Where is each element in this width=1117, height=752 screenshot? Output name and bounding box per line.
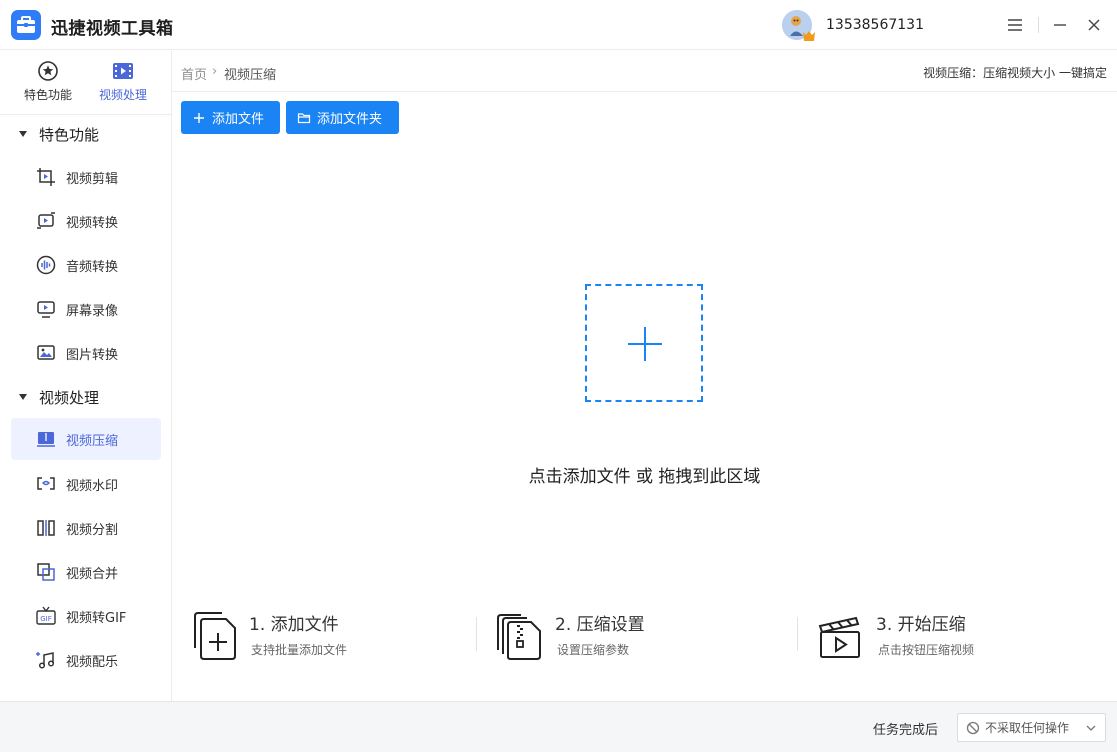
breadcrumb-current: 视频压缩	[224, 68, 277, 83]
drop-zone-text: 点击添加文件 或 拖拽到此区域	[528, 467, 761, 487]
watermark-icon	[36, 474, 56, 494]
sidebar-item-video-edit[interactable]: 视频剪辑	[11, 156, 161, 198]
step-desc: 支持批量添加文件	[251, 643, 348, 657]
after-task-select[interactable]: 不采取任何操作	[957, 713, 1106, 742]
plus-icon	[194, 112, 204, 123]
app-title: 迅捷视频工具箱	[51, 19, 174, 39]
gif-icon: GIF	[36, 606, 56, 626]
sidebar-item-label: 视频合并	[66, 566, 119, 582]
step-desc: 点击按钮压缩视频	[878, 643, 975, 657]
sidebar-item-label: 视频分割	[66, 522, 119, 538]
add-folder-button[interactable]: 添加文件夹	[286, 101, 399, 134]
step-title: 3. 开始压缩	[876, 615, 966, 635]
minimize-icon[interactable]	[1048, 13, 1072, 37]
audio-wave-icon	[36, 255, 56, 275]
add-folder-label: 添加文件夹	[317, 112, 383, 127]
drop-zone[interactable]	[585, 284, 703, 402]
group-featured-label: 特色功能	[39, 125, 100, 144]
sidebar-item-video-compress[interactable]: 视频压缩	[11, 418, 161, 460]
svg-text:GIF: GIF	[40, 615, 52, 623]
tab-video-processing-label: 视频处理	[98, 88, 147, 102]
add-file-icon	[194, 612, 236, 660]
title-bar-divider	[1038, 17, 1039, 33]
step-divider	[797, 617, 798, 651]
sidebar-item-music[interactable]: 视频配乐	[11, 639, 161, 681]
sidebar-item-watermark[interactable]: 视频水印	[11, 463, 161, 505]
tab-featured-label: 特色功能	[23, 88, 72, 102]
step-desc: 设置压缩参数	[557, 643, 630, 657]
user-phone[interactable]: 13538567131	[826, 17, 924, 33]
sidebar-item-split[interactable]: 视频分割	[11, 507, 161, 549]
caret-down-icon	[19, 131, 27, 137]
step-divider	[476, 617, 477, 651]
add-file-button[interactable]: 添加文件	[181, 101, 280, 134]
menu-icon[interactable]	[1003, 13, 1027, 37]
footer-bar: 任务完成后 不采取任何操作	[0, 701, 1117, 752]
image-convert-icon	[36, 343, 56, 363]
sidebar-item-label: 视频剪辑	[66, 171, 119, 187]
sidebar-item-gif[interactable]: GIF 视频转GIF	[11, 595, 161, 637]
star-circle-icon	[38, 61, 58, 81]
breadcrumb: 首页 › 视频压缩 视频压缩：压缩视频大小 一键搞定	[172, 51, 1117, 92]
step-title: 2. 压缩设置	[555, 615, 645, 635]
film-icon	[113, 63, 133, 79]
page-hint: 视频压缩：压缩视频大小 一键搞定	[923, 66, 1107, 80]
clapper-play-icon	[818, 616, 860, 658]
vip-badge-icon	[802, 27, 816, 41]
tab-video-processing[interactable]: 视频处理	[87, 60, 159, 103]
prohibit-icon	[966, 721, 980, 734]
breadcrumb-separator: ›	[212, 64, 218, 79]
caret-down-icon	[19, 394, 27, 400]
music-icon	[36, 650, 56, 670]
title-bar: 迅捷视频工具箱 13538567131	[0, 0, 1117, 50]
group-video-processing-label: 视频处理	[39, 388, 100, 407]
sidebar-item-label: 屏幕录像	[66, 303, 119, 319]
sidebar: 特色功能 视频处理 特色功能 视频剪辑 视频转换 音频转换 屏幕录像 图片转换 …	[0, 51, 172, 701]
step-title: 1. 添加文件	[249, 615, 339, 635]
group-video-processing[interactable]: 视频处理	[0, 381, 171, 413]
step-start-compress: 3. 开始压缩 点击按钮压缩视频	[816, 608, 1076, 664]
sidebar-item-label: 音频转换	[66, 259, 119, 275]
screen-record-icon	[36, 299, 56, 319]
sidebar-item-video-convert[interactable]: 视频转换	[11, 200, 161, 242]
sidebar-item-partial[interactable]	[11, 683, 161, 701]
video-convert-icon	[36, 211, 56, 231]
group-featured[interactable]: 特色功能	[0, 118, 171, 150]
split-icon	[36, 518, 56, 538]
close-icon[interactable]	[1082, 13, 1106, 37]
subtitle-icon	[36, 694, 56, 701]
step-add-file: 1. 添加文件 支持批量添加文件	[189, 608, 449, 664]
sidebar-item-screen-record[interactable]: 屏幕录像	[11, 288, 161, 330]
sidebar-item-merge[interactable]: 视频合并	[11, 551, 161, 593]
sidebar-item-image-convert[interactable]: 图片转换	[11, 332, 161, 374]
add-plus-icon	[628, 327, 662, 361]
tab-featured[interactable]: 特色功能	[12, 60, 84, 103]
tab-divider	[0, 114, 171, 115]
compress-file-icon	[497, 614, 541, 660]
step-compress-settings: 2. 压缩设置 设置压缩参数	[495, 608, 755, 664]
video-compress-icon	[36, 429, 56, 449]
breadcrumb-home[interactable]: 首页	[181, 64, 207, 83]
folder-icon	[297, 112, 311, 123]
sidebar-item-label: 视频配乐	[66, 654, 119, 670]
sidebar-item-label: 视频转换	[66, 215, 119, 231]
sidebar-item-label: 视频水印	[66, 478, 119, 494]
after-task-label: 任务完成后	[873, 723, 939, 738]
after-task-value: 不采取任何操作	[985, 721, 1070, 735]
sidebar-item-label: 图片转换	[66, 347, 119, 363]
sidebar-item-label: 视频转GIF	[66, 610, 127, 626]
sidebar-item-audio-convert[interactable]: 音频转换	[11, 244, 161, 286]
video-crop-icon	[36, 167, 56, 187]
merge-icon	[36, 562, 56, 582]
chevron-down-icon	[1086, 725, 1096, 731]
sidebar-item-label: 视频压缩	[66, 433, 119, 449]
app-logo-icon	[11, 10, 41, 40]
add-file-label: 添加文件	[212, 112, 265, 127]
